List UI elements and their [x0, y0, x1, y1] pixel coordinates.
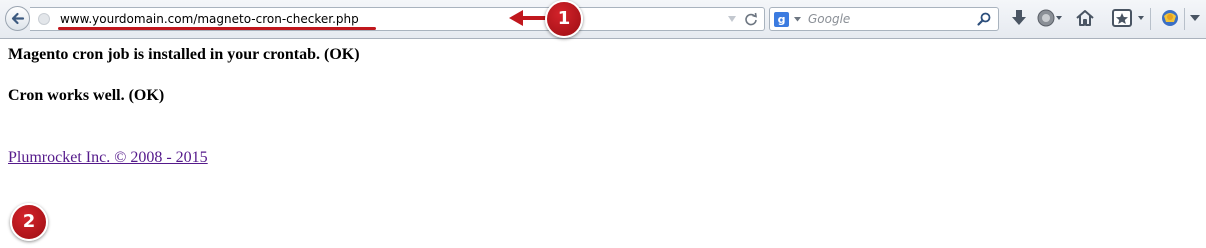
dropdown-icon[interactable]	[727, 14, 737, 24]
home-icon[interactable]	[1075, 8, 1095, 28]
google-icon[interactable]: g	[774, 12, 789, 27]
url-highlight-underline	[58, 27, 376, 30]
browser-toolbar: www.yourdomain.com/magneto-cron-checker.…	[0, 0, 1206, 39]
chevron-down-icon[interactable]	[794, 17, 801, 22]
annotation-arrow-head	[509, 10, 523, 26]
toolbar-separator	[1184, 8, 1185, 30]
annotation-marker-1: 1	[545, 0, 583, 38]
url-bar[interactable]: www.yourdomain.com/magneto-cron-checker.…	[30, 7, 765, 31]
bookmark-icon[interactable]	[1112, 8, 1146, 28]
annotation-arrow-shaft	[522, 16, 546, 20]
back-arrow-icon	[11, 12, 25, 25]
search-input[interactable]: Google	[808, 12, 850, 26]
search-bar[interactable]: g Google	[769, 7, 999, 31]
addon-icon[interactable]	[1160, 8, 1180, 28]
cron-works-status: Cron works well. (OK)	[8, 87, 165, 104]
download-icon[interactable]	[1010, 8, 1028, 28]
back-button[interactable]	[5, 6, 30, 31]
toolbar-separator	[1150, 8, 1151, 30]
menu-icon[interactable]	[1190, 15, 1200, 22]
annotation-marker-2: 2	[10, 203, 48, 241]
site-identity-icon	[38, 13, 50, 25]
url-text[interactable]: www.yourdomain.com/magneto-cron-checker.…	[60, 12, 359, 26]
reload-icon[interactable]	[744, 12, 758, 26]
search-icon[interactable]	[976, 11, 992, 27]
footer-copyright-link[interactable]: Plumrocket Inc. © 2008 - 2015	[8, 149, 208, 167]
cron-install-status: Magento cron job is installed in your cr…	[8, 46, 360, 63]
account-icon[interactable]	[1037, 8, 1063, 28]
